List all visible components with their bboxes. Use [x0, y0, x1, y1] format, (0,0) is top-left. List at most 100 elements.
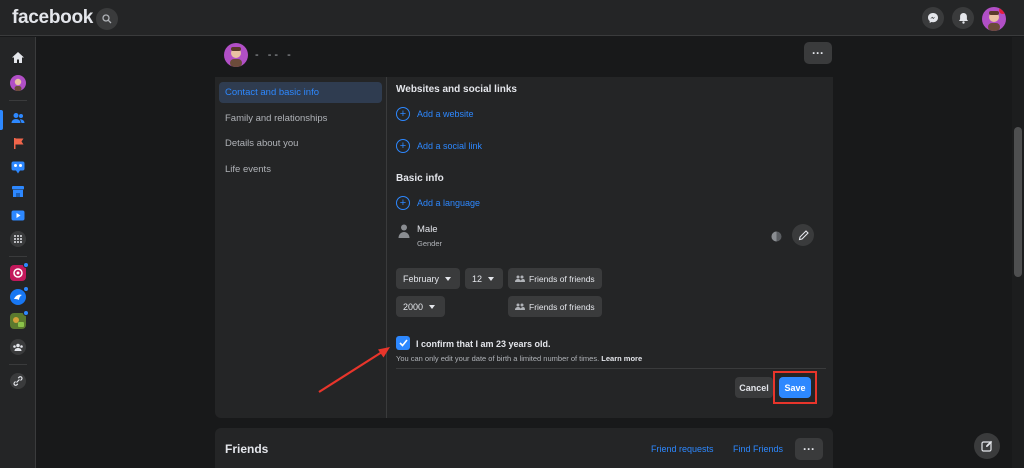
- shortcut-1[interactable]: [10, 262, 29, 281]
- watch-shortcut[interactable]: [10, 207, 26, 223]
- home-icon: [12, 51, 24, 63]
- person-icon: [398, 224, 410, 238]
- home-shortcut[interactable]: [10, 49, 26, 65]
- notifications-icon: [958, 13, 968, 24]
- friends-shortcut[interactable]: [10, 110, 26, 126]
- link-icon: [10, 373, 26, 389]
- shortcut-2[interactable]: [10, 286, 29, 305]
- active-indicator: [0, 110, 3, 130]
- rail-divider: [9, 364, 27, 365]
- facebook-logo[interactable]: facebook: [12, 7, 93, 29]
- rail-divider: [9, 100, 27, 101]
- groups-shortcut[interactable]: [10, 159, 26, 175]
- add-social-link-button[interactable]: + Add a social link: [396, 139, 482, 153]
- friends-title: Friends: [225, 442, 269, 456]
- birth-year-audience-button[interactable]: Friends of friends: [508, 296, 602, 317]
- birth-day-select[interactable]: 12: [465, 268, 503, 289]
- menu-shortcut[interactable]: [10, 231, 26, 247]
- unread-dot: [23, 286, 29, 292]
- save-highlight-box: [773, 371, 817, 404]
- unread-dot: [23, 262, 29, 268]
- confirm-age-text: I confirm that I am 23 years old.: [416, 339, 551, 349]
- dob-edit-hint-text: You can only edit your date of birth a l…: [396, 354, 600, 363]
- birth-day-value: 12: [472, 273, 483, 284]
- birth-month-select[interactable]: February: [396, 268, 460, 289]
- dob-edit-hint: You can only edit your date of birth a l…: [396, 354, 642, 363]
- basic-info-title: Basic info: [396, 173, 444, 184]
- plus-icon: +: [396, 196, 410, 210]
- marketplace-shortcut[interactable]: [10, 183, 26, 199]
- menu-item-contact-basic-info[interactable]: Contact and basic info: [219, 82, 382, 103]
- groups-shortcut-2[interactable]: [10, 339, 26, 355]
- menu-item-family-relationships[interactable]: Family and relationships: [219, 108, 382, 129]
- notifications-button[interactable]: [952, 7, 974, 29]
- learn-more-link[interactable]: Learn more: [601, 354, 642, 363]
- pencil-icon: [798, 229, 809, 240]
- menu-item-life-events[interactable]: Life events: [219, 159, 382, 180]
- globe-privacy-icon[interactable]: [771, 231, 782, 242]
- avatar-image: [230, 47, 242, 67]
- add-language-label: Add a language: [417, 198, 481, 208]
- groups-shortcut-icon: [10, 339, 26, 355]
- friends-icon: [11, 113, 25, 123]
- confirm-age-checkbox[interactable]: [396, 336, 410, 350]
- about-content: Websites and social links + Add a websit…: [396, 77, 826, 418]
- notification-dot: [999, 7, 1006, 14]
- watch-icon: [11, 210, 25, 220]
- profile-header: - -- - ···: [215, 37, 833, 77]
- left-shortcut-rail: [0, 37, 36, 468]
- checkmark-icon: [398, 339, 408, 347]
- pages-icon: [13, 137, 23, 149]
- shortcut-3[interactable]: [10, 310, 29, 329]
- add-social-link-label: Add a social link: [417, 141, 483, 151]
- friends-audience-icon: [515, 275, 525, 282]
- pages-shortcut[interactable]: [10, 135, 26, 151]
- messenger-icon: [928, 13, 938, 23]
- birth-year-select[interactable]: 2000: [396, 296, 445, 317]
- plus-icon: +: [396, 107, 410, 121]
- profile-name[interactable]: - -- -: [255, 49, 294, 61]
- top-navigation-bar: facebook: [0, 0, 1024, 36]
- friends-audience-icon: [515, 303, 525, 310]
- search-icon: [102, 14, 112, 24]
- marketplace-icon: [12, 185, 24, 197]
- divider: [396, 368, 826, 369]
- gender-row: Male Gender: [396, 224, 826, 250]
- compose-icon: [981, 440, 993, 452]
- birthday-audience-button[interactable]: Friends of friends: [508, 268, 602, 289]
- groups-icon: [11, 161, 25, 173]
- birth-year-value: 2000: [403, 301, 424, 312]
- search-button[interactable]: [96, 8, 118, 30]
- unread-dot: [23, 310, 29, 316]
- gender-value: Male: [417, 224, 438, 235]
- chevron-down-icon: [429, 304, 436, 309]
- profile-shortcut[interactable]: [10, 75, 26, 91]
- messenger-button[interactable]: [922, 7, 944, 29]
- websites-section-title: Websites and social links: [396, 84, 517, 95]
- cancel-button[interactable]: Cancel: [735, 377, 773, 398]
- friends-more-button[interactable]: ···: [795, 438, 823, 460]
- add-website-button[interactable]: + Add a website: [396, 107, 474, 121]
- rail-divider: [9, 256, 27, 257]
- menu-grid-icon: [10, 231, 26, 247]
- edit-gender-button[interactable]: [792, 224, 814, 246]
- menu-item-details-about-you[interactable]: Details about you: [219, 133, 382, 154]
- chevron-down-icon: [445, 276, 452, 281]
- birthday-audience-label: Friends of friends: [529, 273, 595, 284]
- link-shortcut[interactable]: [10, 373, 26, 389]
- add-language-button[interactable]: + Add a language: [396, 196, 480, 210]
- friends-card: Friends Friend requests Find Friends ···: [215, 428, 833, 468]
- profile-more-button[interactable]: ···: [804, 42, 832, 64]
- gender-label: Gender: [417, 239, 443, 248]
- new-message-button[interactable]: [974, 433, 1000, 459]
- scrollbar-thumb[interactable]: [1014, 127, 1022, 277]
- find-friends-link[interactable]: Find Friends: [733, 444, 783, 454]
- birth-month-value: February: [403, 273, 440, 284]
- annotation-arrow: [318, 347, 390, 393]
- friend-requests-link[interactable]: Friend requests: [651, 444, 714, 454]
- profile-icon: [10, 75, 26, 91]
- about-card: Contact and basic info Family and relati…: [215, 77, 833, 418]
- account-avatar[interactable]: [982, 7, 1006, 31]
- profile-avatar[interactable]: [224, 43, 248, 67]
- page-scrollbar[interactable]: [1012, 37, 1024, 468]
